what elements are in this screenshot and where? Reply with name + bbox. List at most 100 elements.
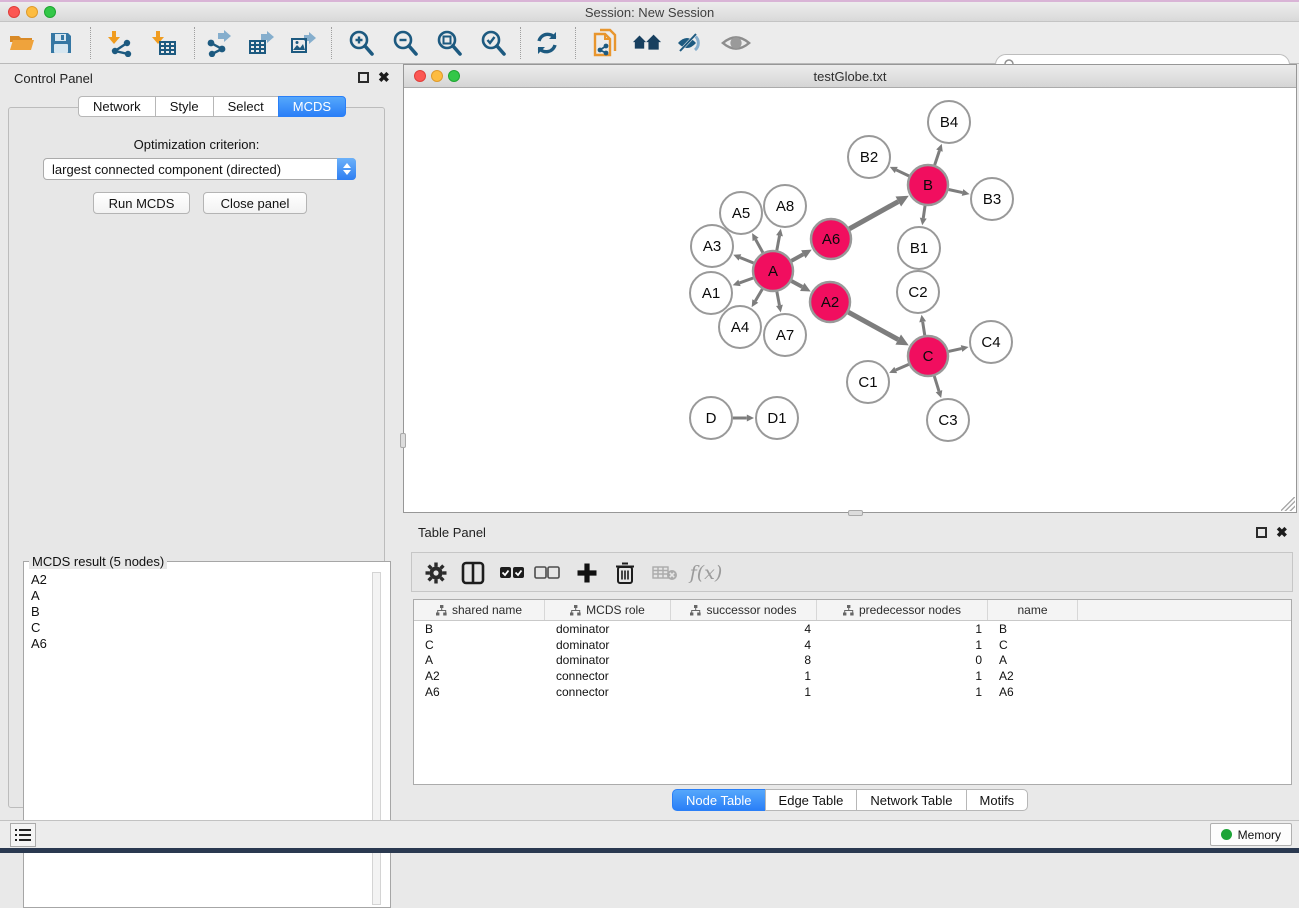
result-list-scrollbar[interactable] <box>372 572 381 905</box>
edge-A-A1[interactable] <box>739 278 753 283</box>
table-header-row: shared nameMCDS rolesuccessor nodes prede… <box>414 600 1291 621</box>
float-panel-icon[interactable] <box>358 72 369 83</box>
tab-network[interactable]: Network <box>78 96 155 117</box>
delete-column-button[interactable] <box>610 558 640 588</box>
column-label: predecessor nodes <box>859 603 961 617</box>
column-header-shared-name[interactable]: shared name <box>414 600 545 620</box>
edge-A-A8[interactable] <box>777 236 780 251</box>
table-row[interactable]: Bdominator41B <box>414 621 1291 637</box>
hide-labels-button[interactable] <box>675 28 705 58</box>
float-table-panel-icon[interactable] <box>1256 527 1267 538</box>
resize-grip-icon[interactable] <box>1281 497 1295 511</box>
tab-style[interactable]: Style <box>155 96 213 117</box>
tab-motifs[interactable]: Motifs <box>966 789 1029 811</box>
select-all-button[interactable] <box>497 558 527 588</box>
mcds-result-item[interactable]: A2 <box>25 572 369 588</box>
edge-A-A2[interactable] <box>791 281 802 287</box>
mcds-result-item[interactable]: B <box>25 604 369 620</box>
network-from-file-button[interactable] <box>590 28 620 58</box>
column-header-successor-nodes[interactable]: successor nodes <box>671 600 817 620</box>
table-row[interactable]: A2connector11A2 <box>414 668 1291 684</box>
arrowhead-icon <box>962 189 970 196</box>
criterion-selected-value: largest connected component (directed) <box>44 162 337 177</box>
export-network-button[interactable] <box>203 28 233 58</box>
tab-edge-table[interactable]: Edge Table <box>765 789 857 811</box>
export-image-button[interactable] <box>288 28 318 58</box>
run-mcds-button[interactable]: Run MCDS <box>93 192 190 214</box>
zoom-fit-button[interactable] <box>434 28 464 58</box>
zoom-in-button[interactable] <box>346 28 376 58</box>
network-window-titlebar[interactable]: testGlobe.txt <box>404 65 1296 88</box>
column-header-predecessor-nodes[interactable]: predecessor nodes <box>817 600 988 620</box>
show-eye-button[interactable] <box>721 28 751 58</box>
memory-label: Memory <box>1238 828 1281 842</box>
edge-C-C2[interactable] <box>923 322 925 335</box>
close-table-panel-icon[interactable]: ✖ <box>1276 527 1288 538</box>
edge-C-C1[interactable] <box>896 364 909 370</box>
home-button[interactable] <box>632 28 662 58</box>
mcds-result-item[interactable]: A6 <box>25 636 369 652</box>
edge-A-A6[interactable] <box>791 254 803 261</box>
tab-network-table[interactable]: Network Table <box>856 789 965 811</box>
close-panel-button[interactable]: Close panel <box>203 192 307 214</box>
table-row[interactable]: A6connector11A6 <box>414 684 1291 700</box>
network-graph-canvas[interactable]: AA6A2BCA5A8A3A1A4A7B4B2B3B1C2C4C1C3DD1 <box>405 89 1296 512</box>
edge-A-A7[interactable] <box>777 292 780 306</box>
import-table-button[interactable] <box>149 28 179 58</box>
column-type-icon <box>436 605 447 616</box>
table-row[interactable]: Cdominator41C <box>414 637 1291 653</box>
node-label-B3: B3 <box>983 191 1001 208</box>
home-icon <box>632 30 662 56</box>
node-label-A: A <box>768 263 778 280</box>
edge-B-B1[interactable] <box>923 206 925 218</box>
save-floppy-icon <box>49 31 73 55</box>
table-cell: 8 <box>671 653 817 667</box>
left-splitter-handle[interactable] <box>400 433 406 448</box>
bottom-splitter-handle[interactable] <box>848 510 863 516</box>
memory-button[interactable]: Memory <box>1210 823 1292 846</box>
delete-table-button[interactable] <box>650 558 680 588</box>
add-column-button[interactable] <box>572 558 602 588</box>
edge-B-B4[interactable] <box>935 151 940 165</box>
column-type-icon <box>690 605 701 616</box>
column-header-MCDS-role[interactable]: MCDS role <box>545 600 671 620</box>
tab-mcds[interactable]: MCDS <box>278 96 346 117</box>
open-session-button[interactable] <box>7 28 37 58</box>
table-cell: 1 <box>817 638 988 652</box>
node-label-A1: A1 <box>702 285 720 302</box>
mcds-result-list[interactable]: A2ABCA6 <box>25 572 369 906</box>
network-file-icon <box>591 28 619 58</box>
zoom-out-button[interactable] <box>390 28 420 58</box>
column-header-name[interactable]: name <box>988 600 1078 620</box>
edge-C-C3[interactable] <box>934 376 939 391</box>
mcds-result-item[interactable]: A <box>25 588 369 604</box>
tab-select[interactable]: Select <box>213 96 278 117</box>
tab-node-table[interactable]: Node Table <box>672 789 765 811</box>
desktop-edge-bottom <box>0 848 1299 853</box>
plus-icon <box>576 562 598 584</box>
split-columns-button[interactable] <box>458 558 488 588</box>
mcds-result-item[interactable]: C <box>25 620 369 636</box>
edge-A6-B[interactable] <box>849 202 898 229</box>
criterion-dropdown[interactable]: largest connected component (directed) <box>43 158 356 180</box>
edge-A-A4[interactable] <box>755 289 762 301</box>
task-history-button[interactable] <box>10 823 36 847</box>
edge-B-B3[interactable] <box>949 189 963 192</box>
save-session-button[interactable] <box>46 28 76 58</box>
mcds-panel: Optimization criterion: largest connecte… <box>8 107 385 808</box>
function-builder-button[interactable]: f(x) <box>684 558 728 588</box>
deselect-all-button[interactable] <box>532 558 562 588</box>
edge-C-C4[interactable] <box>948 349 961 352</box>
table-row[interactable]: Adominator80A <box>414 652 1291 668</box>
export-table-button[interactable] <box>246 28 276 58</box>
edge-A2-C[interactable] <box>848 312 898 339</box>
edge-A-A3[interactable] <box>740 257 754 263</box>
zoom-selected-button[interactable] <box>478 28 508 58</box>
table-settings-button[interactable] <box>421 558 451 588</box>
refresh-button[interactable] <box>532 28 562 58</box>
edge-A-A5[interactable] <box>756 239 763 252</box>
status-bar: Memory <box>0 820 1299 848</box>
close-panel-icon[interactable]: ✖ <box>378 72 390 83</box>
import-network-button[interactable] <box>105 28 135 58</box>
edge-B-B2[interactable] <box>896 170 909 176</box>
